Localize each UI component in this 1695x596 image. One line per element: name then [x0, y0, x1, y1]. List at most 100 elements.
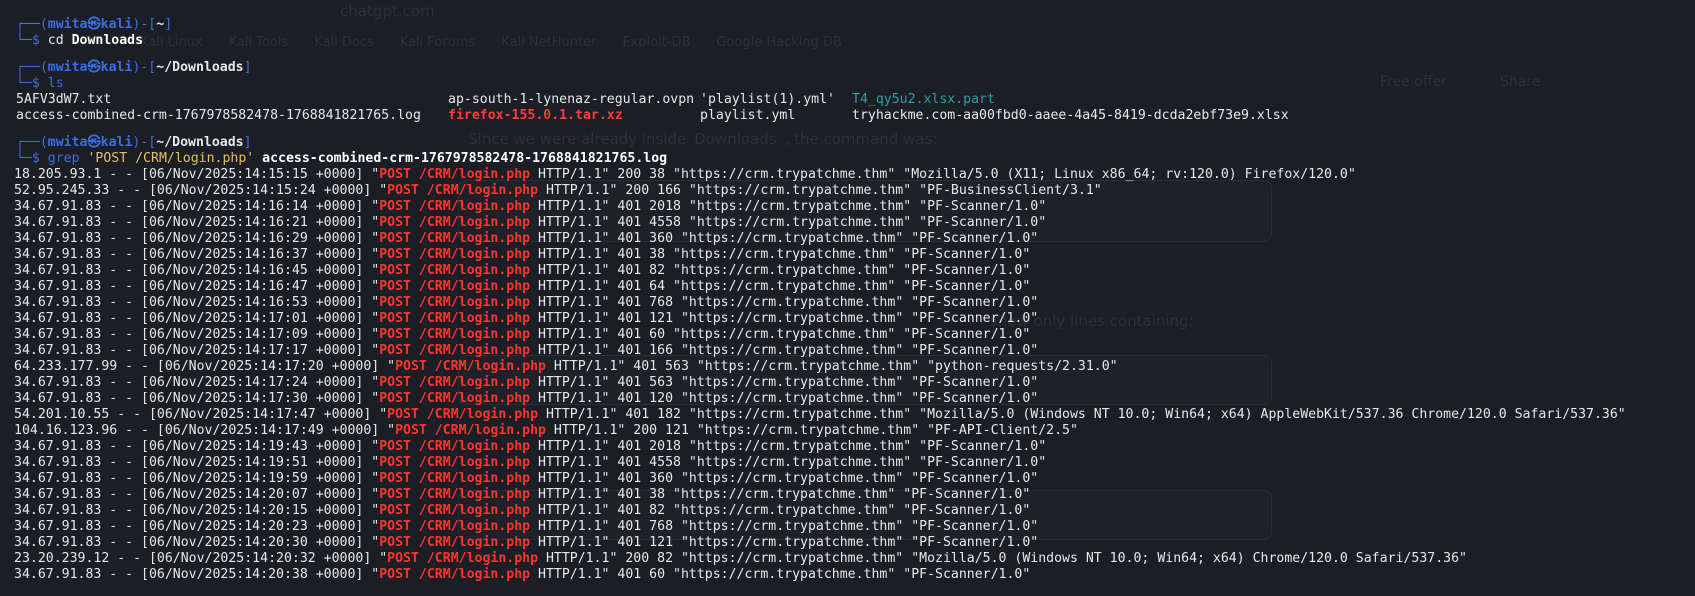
log-prefix: 34.67.91.83 - - [06/Nov/2025:14:20:30 +0…	[14, 535, 380, 550]
log-suffix: HTTP/1.1" 401 166 "https://crm.trypatchm…	[530, 343, 1039, 358]
log-line: 18.205.93.1 - - [06/Nov/2025:14:15:15 +0…	[14, 167, 1695, 183]
grep-match: POST /CRM/login.php	[379, 263, 531, 278]
grep-match: POST /CRM/login.php	[379, 311, 531, 326]
log-line: 34.67.91.83 - - [06/Nov/2025:14:17:24 +0…	[14, 375, 1695, 391]
log-suffix: HTTP/1.1" 200 82 "https://crm.trypatchme…	[538, 551, 1467, 566]
grep-match: POST /CRM/login.php	[379, 503, 531, 518]
grep-match: POST /CRM/login.php	[387, 183, 539, 198]
log-line: 34.67.91.83 - - [06/Nov/2025:14:17:17 +0…	[14, 343, 1695, 359]
file-entry: tryhackme.com-aa00fbd0-aaee-4a45-8419-dc…	[852, 108, 1289, 123]
log-line: 34.67.91.83 - - [06/Nov/2025:14:20:23 +0…	[14, 519, 1695, 535]
log-suffix: HTTP/1.1" 401 121 "https://crm.trypatchm…	[530, 311, 1039, 326]
ls-output-row: access-combined-crm-1767978582478-176884…	[16, 108, 1695, 124]
log-line: 23.20.239.12 - - [06/Nov/2025:14:20:32 +…	[14, 551, 1695, 567]
log-suffix: HTTP/1.1" 401 4558 "https://crm.trypatch…	[530, 455, 1047, 470]
file-entry: T4_qy5u2.xlsx.part	[852, 92, 995, 107]
log-suffix: HTTP/1.1" 401 38 "https://crm.trypatchme…	[530, 247, 1031, 262]
log-suffix: HTTP/1.1" 401 82 "https://crm.trypatchme…	[530, 503, 1031, 518]
grep-match: POST /CRM/login.php	[379, 487, 531, 502]
grep-match: POST /CRM/login.php	[379, 215, 531, 230]
log-line: 52.95.245.33 - - [06/Nov/2025:14:15:24 +…	[14, 183, 1695, 199]
grep-match: POST /CRM/login.php	[379, 375, 531, 390]
log-prefix: 34.67.91.83 - - [06/Nov/2025:14:16:45 +0…	[14, 263, 380, 278]
grep-match: POST /CRM/login.php	[387, 407, 539, 422]
prompt-line: ┌──(mwita㉿kali)-[~/Downloads]	[16, 60, 252, 75]
log-prefix: 18.205.93.1 - - [06/Nov/2025:14:15:15 +0…	[14, 167, 380, 182]
grep-match: POST /CRM/login.php	[379, 199, 531, 214]
log-prefix: 34.67.91.83 - - [06/Nov/2025:14:17:01 +0…	[14, 311, 380, 326]
log-prefix: 34.67.91.83 - - [06/Nov/2025:14:20:15 +0…	[14, 503, 380, 518]
log-suffix: HTTP/1.1" 401 2018 "https://crm.trypatch…	[530, 439, 1047, 454]
log-line: 34.67.91.83 - - [06/Nov/2025:14:16:29 +0…	[14, 231, 1695, 247]
log-prefix: 34.67.91.83 - - [06/Nov/2025:14:17:09 +0…	[14, 327, 380, 342]
log-suffix: HTTP/1.1" 401 768 "https://crm.trypatchm…	[530, 295, 1039, 310]
grep-match: POST /CRM/login.php	[379, 343, 531, 358]
log-prefix: 52.95.245.33 - - [06/Nov/2025:14:15:24 +…	[14, 183, 388, 198]
command-args: 'POST /CRM/login.php'	[87, 151, 255, 166]
log-line: 34.67.91.83 - - [06/Nov/2025:14:17:30 +0…	[14, 391, 1695, 407]
log-line: 34.67.91.83 - - [06/Nov/2025:14:17:09 +0…	[14, 327, 1695, 343]
grep-match: POST /CRM/login.php	[379, 439, 531, 454]
log-suffix: HTTP/1.1" 401 563 "https://crm.trypatchm…	[530, 375, 1039, 390]
log-suffix: HTTP/1.1" 401 2018 "https://crm.trypatch…	[530, 199, 1047, 214]
grep-match: POST /CRM/login.php	[379, 455, 531, 470]
grep-match: POST /CRM/login.php	[379, 279, 531, 294]
terminal-output[interactable]: ┌──(mwita㉿kali)-[~] └─$ cd Downloads ┌──…	[14, 17, 1695, 583]
log-prefix: 34.67.91.83 - - [06/Nov/2025:14:20:38 +0…	[14, 567, 380, 582]
grep-output: 18.205.93.1 - - [06/Nov/2025:14:15:15 +0…	[14, 167, 1695, 583]
log-prefix: 34.67.91.83 - - [06/Nov/2025:14:17:30 +0…	[14, 391, 380, 406]
grep-match: POST /CRM/login.php	[395, 423, 546, 438]
command: cd	[47, 33, 64, 48]
log-prefix: 34.67.91.83 - - [06/Nov/2025:14:16:21 +0…	[14, 215, 380, 230]
log-prefix: 34.67.91.83 - - [06/Nov/2025:14:16:14 +0…	[14, 199, 380, 214]
log-suffix: HTTP/1.1" 401 64 "https://crm.trypatchme…	[530, 279, 1031, 294]
log-prefix: 34.67.91.83 - - [06/Nov/2025:14:19:59 +0…	[14, 471, 380, 486]
log-prefix: 34.67.91.83 - - [06/Nov/2025:14:16:29 +0…	[14, 231, 380, 246]
log-suffix: HTTP/1.1" 401 121 "https://crm.trypatchm…	[530, 535, 1039, 550]
log-suffix: HTTP/1.1" 401 120 "https://crm.trypatchm…	[530, 391, 1039, 406]
command: ls	[47, 76, 64, 91]
prompt-line: ┌──(mwita㉿kali)-[~/Downloads]	[16, 135, 252, 150]
log-prefix: 34.67.91.83 - - [06/Nov/2025:14:16:53 +0…	[14, 295, 380, 310]
log-line: 34.67.91.83 - - [06/Nov/2025:14:20:15 +0…	[14, 503, 1695, 519]
log-line: 34.67.91.83 - - [06/Nov/2025:14:20:07 +0…	[14, 487, 1695, 503]
log-line: 34.67.91.83 - - [06/Nov/2025:14:16:37 +0…	[14, 247, 1695, 263]
log-suffix: HTTP/1.1" 200 121 "https://crm.trypatchm…	[545, 423, 1078, 438]
log-line: 34.67.91.83 - - [06/Nov/2025:14:20:38 +0…	[14, 567, 1695, 583]
log-suffix: HTTP/1.1" 401 82 "https://crm.trypatchme…	[530, 263, 1031, 278]
grep-match: POST /CRM/login.php	[379, 167, 531, 182]
log-line: 34.67.91.83 - - [06/Nov/2025:14:16:45 +0…	[14, 263, 1695, 279]
file-entry: firefox-155.0.1.tar.xz	[448, 108, 623, 123]
log-line: 34.67.91.83 - - [06/Nov/2025:14:19:43 +0…	[14, 439, 1695, 455]
file-entry: access-combined-crm-1767978582478-176884…	[16, 108, 421, 123]
file-entry: 'playlist(1).yml'	[700, 92, 835, 107]
grep-match: POST /CRM/login.php	[379, 231, 531, 246]
log-line: 34.67.91.83 - - [06/Nov/2025:14:16:47 +0…	[14, 279, 1695, 295]
file-entry: ap-south-1-lynenaz-regular.ovpn	[448, 92, 695, 107]
log-line: 104.16.123.96 - - [06/Nov/2025:14:17:49 …	[14, 423, 1695, 439]
log-prefix: 34.67.91.83 - - [06/Nov/2025:14:16:37 +0…	[14, 247, 380, 262]
log-prefix: 34.67.91.83 - - [06/Nov/2025:14:17:24 +0…	[14, 375, 380, 390]
command-args: Downloads	[71, 33, 144, 48]
log-prefix: 64.233.177.99 - - [06/Nov/2025:14:17:20 …	[14, 359, 396, 374]
log-suffix: HTTP/1.1" 401 182 "https://crm.trypatchm…	[538, 407, 1626, 422]
log-prefix: 34.67.91.83 - - [06/Nov/2025:14:20:07 +0…	[14, 487, 380, 502]
grep-match: POST /CRM/login.php	[395, 359, 546, 374]
log-prefix: 34.67.91.83 - - [06/Nov/2025:14:16:47 +0…	[14, 279, 380, 294]
log-suffix: HTTP/1.1" 401 60 "https://crm.trypatchme…	[530, 327, 1031, 342]
log-suffix: HTTP/1.1" 401 38 "https://crm.trypatchme…	[530, 487, 1031, 502]
log-suffix: HTTP/1.1" 401 360 "https://crm.trypatchm…	[530, 471, 1039, 486]
file-entry: playlist.yml	[700, 108, 796, 123]
grep-match: POST /CRM/login.php	[379, 567, 531, 582]
log-line: 34.67.91.83 - - [06/Nov/2025:14:19:51 +0…	[14, 455, 1695, 471]
grep-match: POST /CRM/login.php	[379, 247, 531, 262]
log-line: 34.67.91.83 - - [06/Nov/2025:14:16:14 +0…	[14, 199, 1695, 215]
command: grep	[47, 151, 80, 166]
log-suffix: HTTP/1.1" 401 768 "https://crm.trypatchm…	[530, 519, 1039, 534]
command-line: └─$ ls	[16, 76, 64, 91]
log-line: 34.67.91.83 - - [06/Nov/2025:14:20:30 +0…	[14, 535, 1695, 551]
log-line: 34.67.91.83 - - [06/Nov/2025:14:17:01 +0…	[14, 311, 1695, 327]
prompt-line: ┌──(mwita㉿kali)-[~]	[16, 17, 173, 32]
log-line: 64.233.177.99 - - [06/Nov/2025:14:17:20 …	[14, 359, 1695, 375]
log-line: 54.201.10.55 - - [06/Nov/2025:14:17:47 +…	[14, 407, 1695, 423]
